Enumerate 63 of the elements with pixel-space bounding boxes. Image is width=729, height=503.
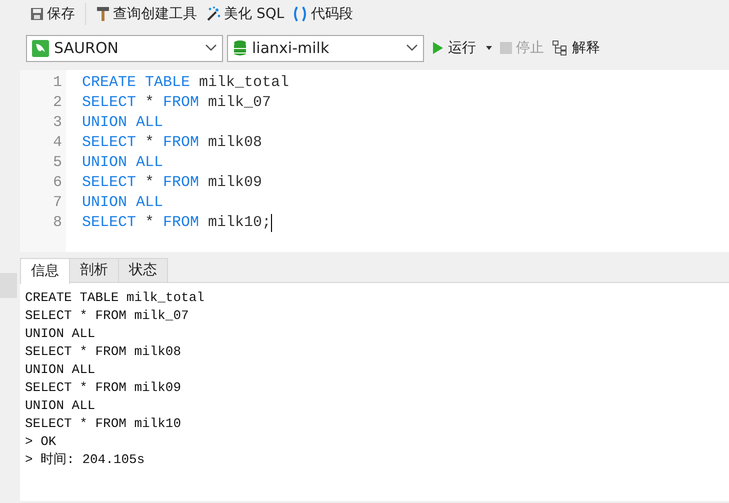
code-text: milk_07 [208, 93, 272, 113]
snippet-button[interactable]: 代码段 [288, 4, 358, 24]
line-number: 1 [52, 73, 63, 93]
output-line: UNION ALL [25, 325, 96, 343]
code-text: * [145, 213, 154, 233]
hammer-icon [96, 6, 110, 22]
output-line: UNION ALL [25, 397, 96, 415]
sql-keyword: FROM [163, 173, 200, 193]
sql-keyword: SELECT [82, 93, 136, 113]
explain-button[interactable]: 解释 [548, 38, 604, 58]
run-button[interactable]: 运行 [428, 38, 496, 58]
sql-keyword: SELECT [82, 133, 136, 153]
sql-keyword: UNION ALL [82, 153, 164, 173]
sql-keyword: FROM [163, 213, 200, 233]
sql-keyword: UNION ALL [82, 113, 164, 133]
builder-button[interactable]: 查询创建工具 [92, 4, 201, 24]
output-line: SELECT * FROM milk_07 [25, 307, 190, 325]
result-tab[interactable]: 状态 [118, 258, 168, 282]
line-number: 4 [52, 133, 63, 153]
text-cursor [271, 214, 272, 232]
connection-select[interactable]: SAURON [26, 34, 223, 62]
output-line: SELECT * FROM milk10 [25, 415, 182, 433]
output-line: > 时间: 204.105s [25, 451, 146, 469]
line-number: 3 [52, 113, 63, 133]
line-number: 8 [52, 213, 63, 233]
dropdown-arrow-icon [486, 46, 492, 50]
caret-icon [205, 44, 217, 52]
magic-wand-icon [205, 6, 221, 22]
line-number: 6 [52, 173, 63, 193]
code-text: milk08 [208, 133, 262, 153]
result-tab[interactable]: 剖析 [69, 258, 119, 282]
output-line: SELECT * FROM milk09 [25, 379, 182, 397]
sql-keyword: SELECT [82, 213, 136, 233]
sql-keyword: CREATE TABLE [82, 73, 190, 93]
caret-icon [406, 44, 418, 52]
sql-keyword: UNION ALL [82, 193, 164, 213]
sql-keyword: FROM [163, 133, 200, 153]
parentheses-icon [292, 6, 308, 22]
code-text: milk_total [199, 73, 290, 93]
diagram-icon [552, 40, 568, 56]
output-line: CREATE TABLE milk_total [25, 289, 206, 307]
output-line: > OK [25, 433, 58, 451]
database-select[interactable]: lianxi-milk [227, 34, 424, 62]
play-icon [432, 41, 444, 55]
sql-keyword: SELECT [82, 173, 136, 193]
save-icon [30, 7, 44, 21]
line-number: 2 [52, 93, 63, 113]
result-tab[interactable]: 信息 [20, 258, 70, 284]
code-text: * [145, 173, 154, 193]
database-icon [233, 40, 247, 56]
code-text: milk09 [208, 173, 262, 193]
line-number: 7 [52, 193, 63, 213]
stop-icon [500, 42, 512, 54]
sql-keyword: FROM [163, 93, 200, 113]
output-line: UNION ALL [25, 361, 96, 379]
code-text: * [145, 133, 154, 153]
line-number: 5 [52, 153, 63, 173]
connection-icon [32, 40, 49, 56]
code-text: milk10; [208, 213, 272, 233]
output-line: SELECT * FROM milk08 [25, 343, 182, 361]
code-text: * [145, 93, 154, 113]
save-button[interactable]: 保存 [26, 4, 79, 24]
beautify-button[interactable]: 美化 SQL [201, 4, 288, 24]
